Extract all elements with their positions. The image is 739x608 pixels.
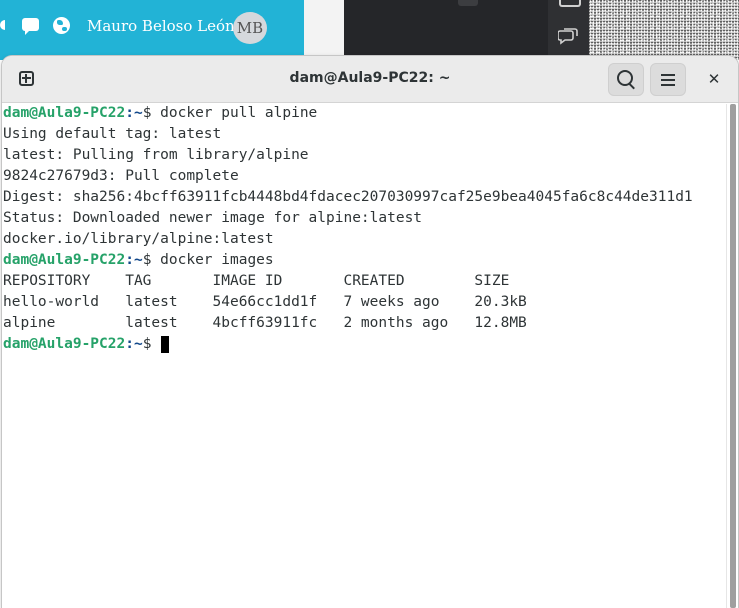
command-text: docker pull alpine — [151, 105, 318, 121]
background-window-button — [458, 0, 478, 6]
terminal-line: dam@Aula9-PC22:~$ — [2, 334, 724, 355]
table-row: alpine latest 4bcff63911fc 2 months ago … — [3, 315, 527, 331]
menu-button[interactable] — [650, 63, 686, 96]
search-icon — [616, 70, 633, 86]
prompt-user-host: dam@Aula9-PC22 — [3, 105, 126, 121]
terminal-line: 9824c27679d3: Pull complete — [3, 168, 239, 184]
command-text: docker images — [151, 252, 274, 268]
avatar[interactable]: MB — [233, 12, 267, 44]
notification-icon[interactable] — [0, 20, 5, 30]
terminal-line: dam@Aula9-PC22:~$ docker pull alpine — [2, 103, 724, 124]
prompt-path: :~ — [125, 252, 143, 268]
terminal-window: dam@Aula9-PC22: ~ ✕ dam@Aula9-PC22:~$ do… — [2, 56, 738, 608]
globe-icon[interactable] — [53, 17, 70, 34]
table-header: REPOSITORY TAG IMAGE ID CREATED SIZE — [3, 273, 510, 289]
dock-icon-top — [559, 0, 581, 7]
terminal-line: Using default tag: latest — [3, 126, 222, 142]
chat-icon[interactable] — [22, 18, 39, 35]
command-text — [151, 336, 160, 352]
terminal-line: docker.io/library/alpine:latest — [3, 231, 274, 247]
background-window — [344, 0, 548, 60]
prompt-user-host: dam@Aula9-PC22 — [3, 336, 126, 352]
terminal-line: dam@Aula9-PC22:~$ docker images — [2, 250, 724, 271]
user-name[interactable]: Mauro Beloso León — [87, 17, 235, 35]
close-icon: ✕ — [707, 69, 721, 88]
search-button[interactable] — [608, 63, 644, 96]
terminal-line: Digest: sha256:4bcff63911fcb4448bd4fdace… — [3, 189, 693, 205]
prompt-path: :~ — [125, 336, 143, 352]
noise-image — [589, 0, 739, 60]
menu-icon — [661, 73, 675, 86]
desktop-gap — [304, 0, 344, 60]
terminal-output[interactable]: dam@Aula9-PC22:~$ docker pull alpine Usi… — [2, 103, 724, 608]
dock-chat-icon[interactable] — [558, 28, 578, 46]
close-button[interactable]: ✕ — [698, 63, 730, 94]
scrollbar-thumb[interactable] — [730, 104, 736, 608]
terminal-line: Status: Downloaded newer image for alpin… — [3, 210, 423, 226]
prompt-user-host: dam@Aula9-PC22 — [3, 252, 126, 268]
terminal-line: latest: Pulling from library/alpine — [3, 147, 309, 163]
header-bar: dam@Aula9-PC22: ~ ✕ — [2, 56, 738, 103]
text-cursor — [161, 335, 170, 353]
prompt-path: :~ — [125, 105, 143, 121]
scrollbar[interactable] — [726, 104, 737, 608]
table-row: hello-world latest 54e66cc1dd1f 7 weeks … — [3, 294, 527, 310]
